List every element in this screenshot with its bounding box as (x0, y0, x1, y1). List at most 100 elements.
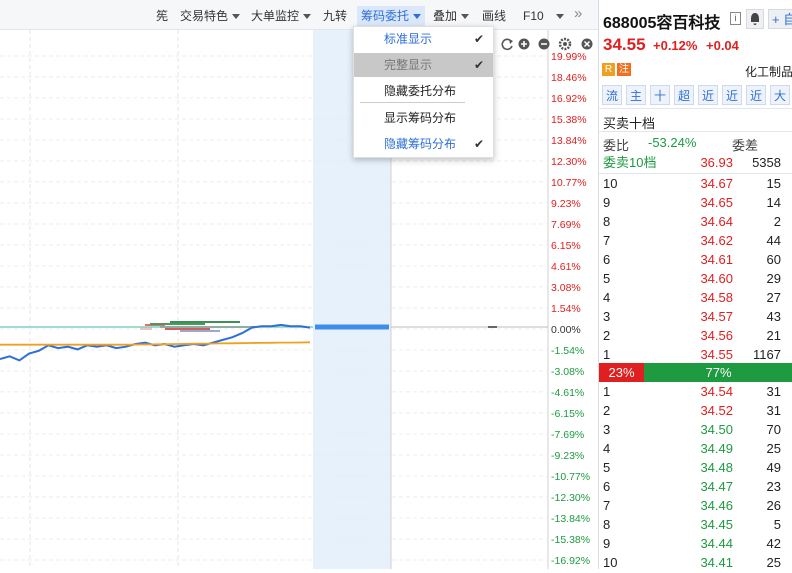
wei-cha-label: 委差 (732, 138, 759, 153)
chevron-down-icon (413, 14, 422, 20)
toolbar-button-nine-turn[interactable]: 九转 (323, 6, 347, 26)
price: 34.44 (700, 536, 733, 551)
level-label: 9 (603, 195, 611, 210)
ratio-buy: 77% (644, 363, 792, 382)
stock-code-name: 688005容百科技 (603, 15, 721, 32)
chip-order-menu: 标准显示 ✔ 完整显示 ✔ 隐藏委托分布 显示筹码分布 隐藏筹码分布 ✔ (353, 26, 494, 158)
wei-bi-value: -53.24% (648, 135, 697, 150)
chart-icon-bar (501, 37, 593, 51)
zoom-in-icon[interactable] (518, 38, 530, 50)
level-label: 8 (603, 214, 611, 229)
level-label: 1 (603, 347, 611, 362)
toolbar-button-draw-line[interactable]: 画线 (482, 6, 506, 26)
menu-item-show-chip-distribution[interactable]: 显示筹码分布 (354, 106, 493, 130)
add-watchlist-button[interactable]: + 自 (768, 9, 792, 29)
menu-item-standard-display[interactable]: 标准显示 ✔ (354, 27, 493, 51)
chart-series (0, 323, 311, 362)
order-book-title: 买卖十档 (603, 116, 656, 131)
change-percent: +0.12% (653, 38, 698, 53)
price: 34.60 (700, 271, 733, 286)
panel-button-2[interactable]: 十 (650, 85, 670, 105)
settings-icon[interactable] (558, 37, 572, 51)
toolbar-dropdown-overlay[interactable]: 叠加 (433, 6, 470, 26)
y-tick-label: -10.77% (551, 471, 590, 483)
y-tick-label: -16.92% (551, 555, 590, 567)
price: 34.64 (700, 214, 733, 229)
ask-row: 3 34.57 43 (599, 307, 792, 327)
level-label: 10 (603, 176, 618, 191)
toolbar-label: 交易特色 (180, 9, 229, 23)
toolbar-item-0[interactable]: 筅 (156, 6, 168, 26)
menu-item-full-display[interactable]: 完整显示 ✔ (354, 53, 493, 77)
divider (599, 131, 792, 132)
volume: 42 (766, 536, 781, 551)
toolbar-dropdown-trade-feature[interactable]: 交易特色 (180, 6, 241, 26)
panel-button-4[interactable]: 近 (698, 85, 718, 105)
y-tick-label: 7.69% (551, 219, 581, 231)
volume: 25 (766, 441, 781, 456)
toolbar-dropdown-chip-order[interactable]: 筹码委托 (357, 6, 426, 26)
level-label: 1 (603, 384, 611, 399)
panel-button-5[interactable]: 近 (722, 85, 742, 105)
level-label: 5 (603, 460, 611, 475)
price: 34.58 (700, 290, 733, 305)
price: 34.52 (700, 403, 733, 418)
y-tick-label: -6.15% (551, 408, 584, 420)
refresh-icon[interactable] (501, 38, 513, 51)
y-tick-label: -7.69% (551, 429, 584, 441)
panel-button-0[interactable]: 流 (602, 85, 622, 105)
ask-row: 5 34.60 29 (599, 269, 792, 289)
toolbar-label: 筅 (156, 9, 169, 23)
y-tick-label: 0.00% (551, 324, 581, 336)
bid-row: 8 34.45 5 (599, 515, 792, 535)
bid-row: 4 34.49 25 (599, 439, 792, 459)
info-icon[interactable]: i (730, 12, 741, 25)
sell10-volume: 5358 (752, 155, 781, 170)
y-tick-label: -9.23% (551, 450, 584, 462)
double-chevron-right-icon[interactable]: » (574, 4, 582, 24)
ask-row: 4 34.58 27 (599, 288, 792, 308)
y-tick-label: 3.08% (551, 282, 581, 294)
ratio-sell: 23% (599, 363, 644, 382)
toolbar-label: 筹码委托 (361, 9, 410, 23)
price: 34.67 (700, 176, 733, 191)
bell-icon[interactable] (746, 9, 764, 29)
volume: 31 (766, 403, 781, 418)
level-label: 10 (603, 555, 618, 570)
bid-row: 1 34.54 31 (599, 382, 792, 402)
zoom-out-icon[interactable] (538, 38, 550, 50)
chevron-down-icon (461, 14, 470, 20)
ask-row: 7 34.62 44 (599, 231, 792, 251)
ask-row: 1 34.55 1167 (599, 345, 792, 365)
volume: 21 (766, 328, 781, 343)
menu-item-hide-order-distribution[interactable]: 隐藏委托分布 (354, 79, 493, 103)
menu-item-label: 隐藏委托分布 (384, 84, 457, 98)
y-tick-label: -15.38% (551, 534, 590, 546)
y-tick-label: 18.46% (551, 72, 587, 84)
y-tick-label: 19.99% (551, 51, 587, 63)
close-icon[interactable] (581, 38, 593, 50)
volume: 49 (766, 460, 781, 475)
price: 34.47 (700, 479, 733, 494)
y-tick-label: 16.92% (551, 93, 587, 105)
price: 34.55 (700, 347, 733, 362)
y-tick-label: 12.30% (551, 156, 587, 168)
panel-button-3[interactable]: 超 (674, 85, 694, 105)
price: 34.50 (700, 422, 733, 437)
level-label: 8 (603, 517, 611, 532)
toolbar-dropdown-big-order[interactable]: 大单监控 (251, 6, 312, 26)
bid-row: 9 34.44 42 (599, 534, 792, 554)
chevron-down-icon (303, 14, 312, 20)
menu-item-hide-chip-distribution[interactable]: 隐藏筹码分布 ✔ (354, 132, 493, 156)
volume: 27 (766, 290, 781, 305)
toolbar-label: 大单监控 (251, 9, 300, 23)
quote-panel: 688005容百科技 i + 自 34.55 +0.12% +0.04 R 注 … (598, 0, 792, 570)
sell-10-summary-row: 委卖10档 36.93 5358 (599, 153, 792, 173)
volume: 44 (766, 233, 781, 248)
y-tick-label: 4.61% (551, 261, 581, 273)
panel-button-1[interactable]: 主 (626, 85, 646, 105)
panel-button-6[interactable]: 近 (746, 85, 766, 105)
toolbar-dropdown-f10[interactable]: F10 (523, 6, 564, 26)
sell10-label: 委卖10档 (603, 155, 657, 170)
panel-button-7[interactable]: 大 (770, 85, 790, 105)
